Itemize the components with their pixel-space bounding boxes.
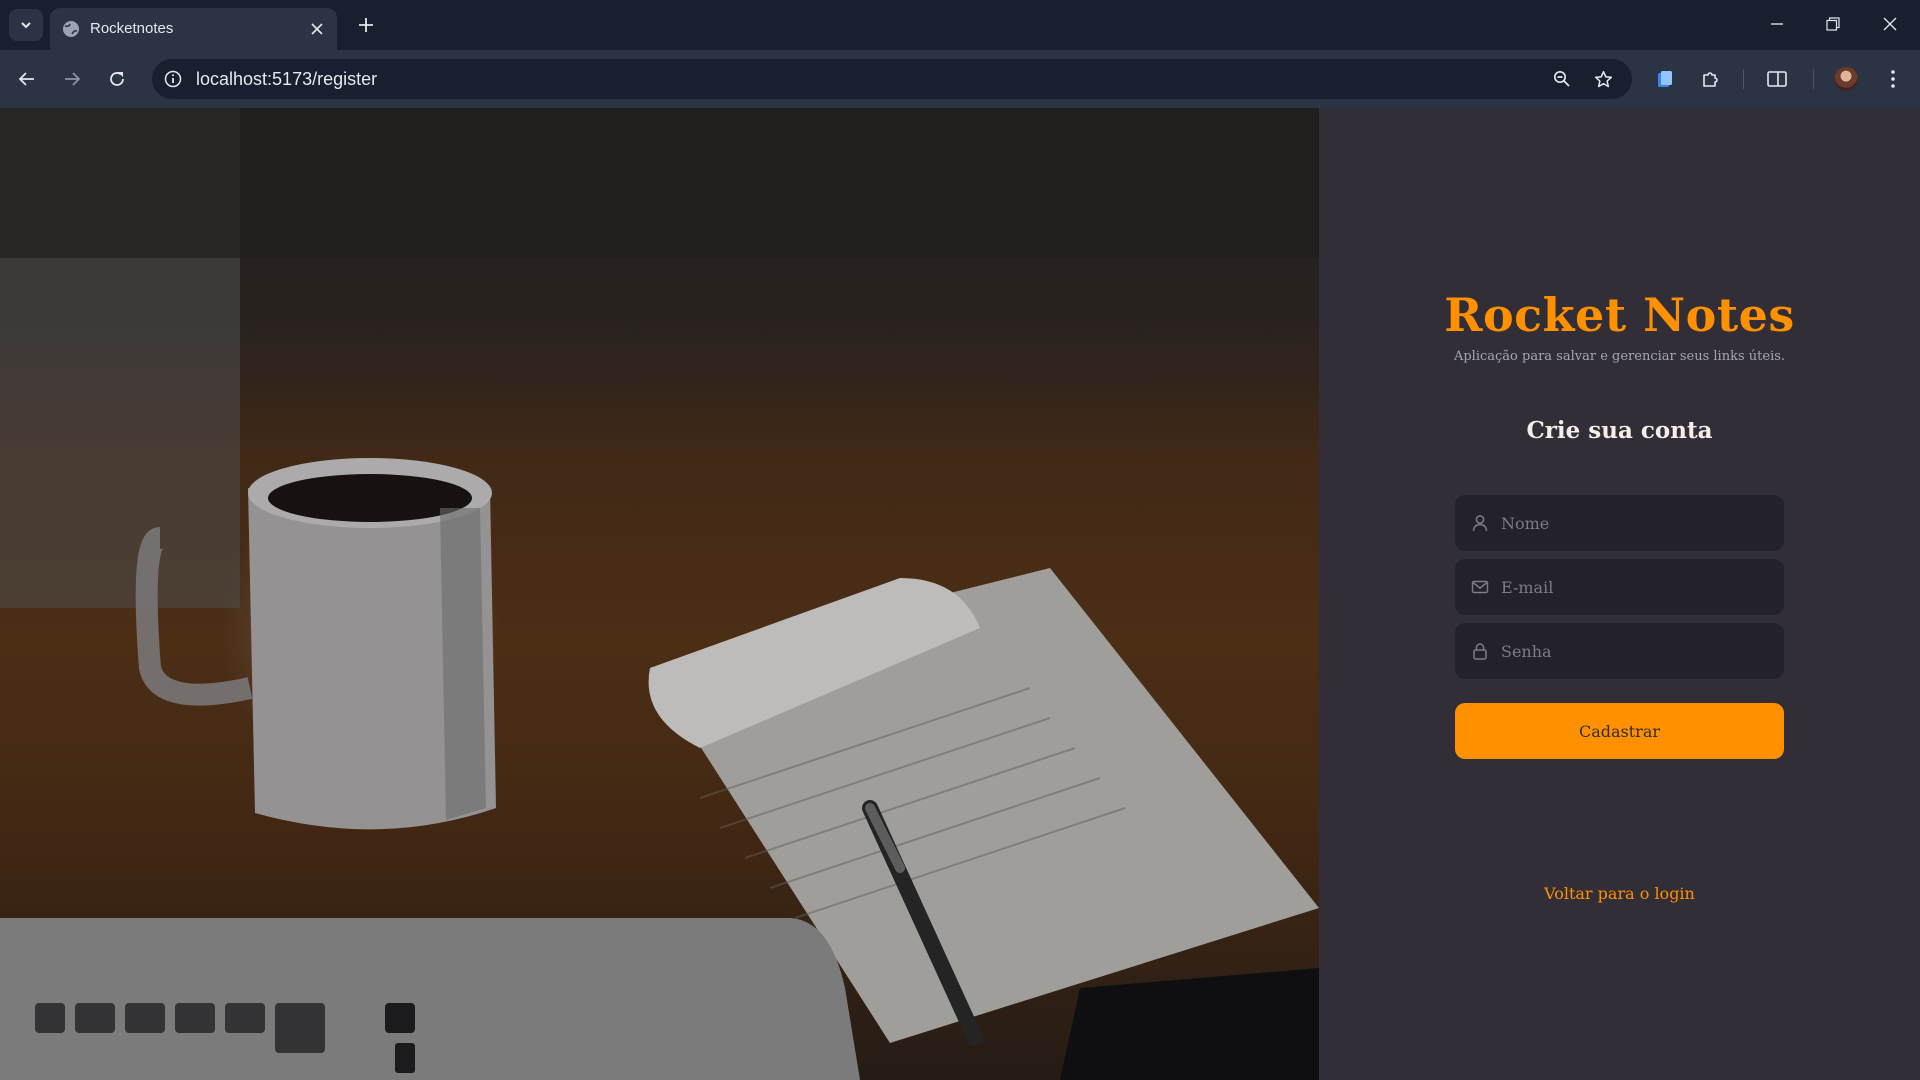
back-button[interactable] <box>14 66 40 92</box>
minimize-button[interactable] <box>1759 10 1795 38</box>
globe-icon <box>63 21 79 37</box>
split-screen-button[interactable] <box>1763 65 1791 93</box>
close-icon <box>311 23 323 35</box>
forward-icon <box>65 72 81 86</box>
back-to-login-link[interactable]: Voltar para o login <box>1319 884 1920 903</box>
toolbar-separator <box>1743 69 1744 89</box>
restore-button[interactable] <box>1815 10 1851 38</box>
puzzle-icon <box>1703 72 1718 87</box>
register-submit-button[interactable]: Cadastrar <box>1455 703 1784 759</box>
star-icon <box>1594 70 1612 87</box>
site-info-button[interactable] <box>162 68 184 90</box>
kebab-menu-icon <box>1891 70 1895 88</box>
extensions-button[interactable] <box>1697 65 1725 93</box>
name-field[interactable] <box>1455 495 1784 551</box>
tab-close-button[interactable] <box>307 19 327 39</box>
register-page: Rocket Notes Aplicação para salvar e ger… <box>0 108 1920 1080</box>
email-field[interactable] <box>1455 559 1784 615</box>
minimize-icon <box>1771 23 1783 25</box>
coffee-notebook-illustration <box>0 108 1319 1080</box>
active-tab[interactable]: Rocketnotes <box>50 8 337 50</box>
password-input[interactable] <box>1501 623 1771 679</box>
address-bar[interactable]: localhost:5173/register <box>152 59 1632 99</box>
tab-strip: Rocketnotes <box>0 0 1920 50</box>
app-tagline: Aplicação para salvar e gerenciar seus l… <box>1453 349 1786 364</box>
form-title: Crie sua conta <box>1526 417 1713 444</box>
mail-icon <box>1471 580 1489 594</box>
password-field[interactable] <box>1455 623 1784 679</box>
back-icon <box>18 72 34 86</box>
lock-icon <box>1473 643 1487 660</box>
reload-button[interactable] <box>104 66 130 92</box>
browser-toolbar: localhost:5173/register <box>0 50 1920 108</box>
zoom-icon <box>1553 70 1570 87</box>
clipboard-extension-button[interactable] <box>1651 65 1679 93</box>
app-brand-title: Rocket Notes <box>1444 288 1795 342</box>
bookmark-button[interactable] <box>1592 68 1614 90</box>
url-text[interactable]: localhost:5173/register <box>196 69 377 90</box>
user-icon <box>1472 515 1488 532</box>
toolbar-separator <box>1813 69 1814 89</box>
new-tab-button[interactable] <box>354 13 378 37</box>
reload-icon <box>110 72 124 86</box>
tab-title: Rocketnotes <box>90 20 174 37</box>
restore-icon <box>1826 17 1840 31</box>
name-input[interactable] <box>1501 495 1771 551</box>
window-close-icon <box>1883 17 1897 31</box>
split-screen-icon <box>1767 71 1787 87</box>
tab-search-button[interactable] <box>9 9 43 41</box>
window-close-button[interactable] <box>1872 10 1908 38</box>
register-panel: Rocket Notes Aplicação para salvar e ger… <box>1319 108 1920 1080</box>
tab-search-icon <box>21 22 31 29</box>
hero-background-image <box>0 108 1319 1080</box>
plus-icon <box>359 18 373 32</box>
browser-menu-button[interactable] <box>1879 65 1907 93</box>
email-input[interactable] <box>1501 559 1771 615</box>
clipboard-extension-icon <box>1658 71 1672 87</box>
profile-avatar[interactable] <box>1834 67 1858 91</box>
info-icon <box>164 70 182 88</box>
zoom-button[interactable] <box>1551 68 1573 90</box>
forward-button[interactable] <box>59 66 85 92</box>
